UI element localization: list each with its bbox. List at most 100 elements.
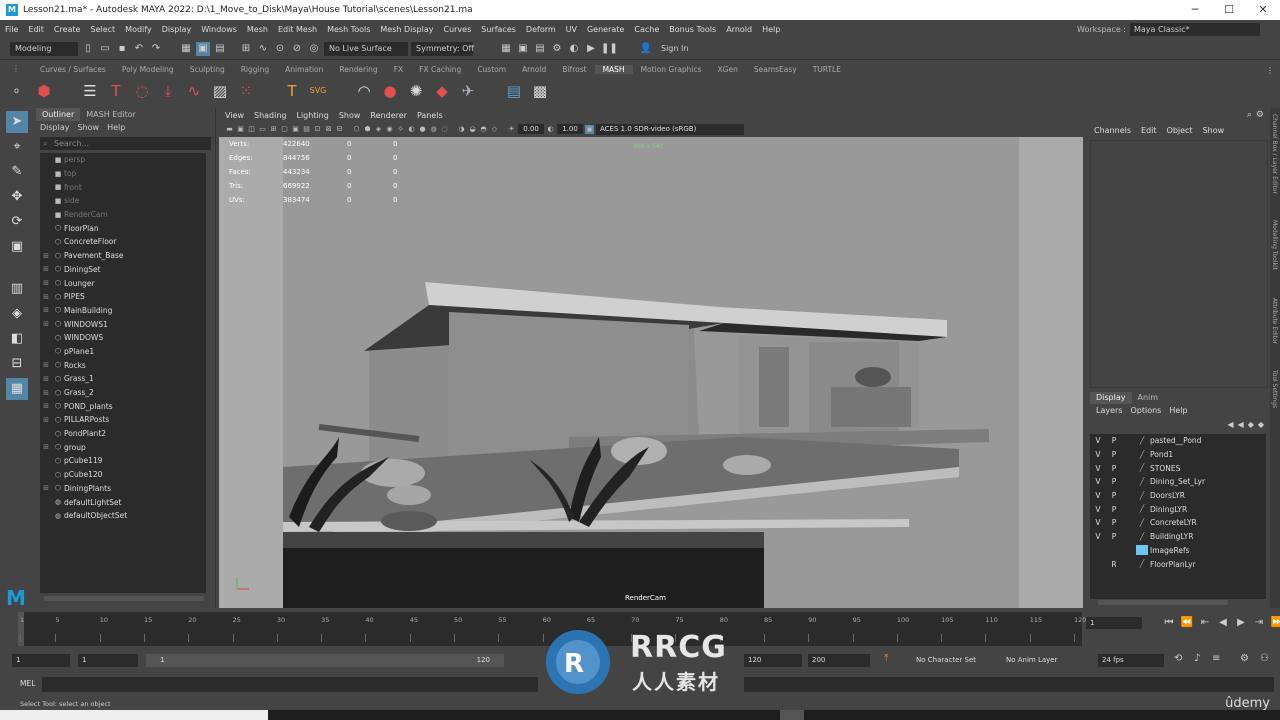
shelf-tab-poly-modeling[interactable]: Poly Modeling [114, 65, 182, 74]
outliner-item[interactable]: ⬡ pPlane1 [40, 345, 206, 359]
menu-curves[interactable]: Curves [438, 25, 476, 34]
shelf-tab-xgen[interactable]: XGen [710, 65, 746, 74]
mash-cache-icon[interactable]: ▨ [210, 81, 230, 101]
shelf-tab-turtle[interactable]: TURTLE [805, 65, 849, 74]
menu-edit[interactable]: Edit [23, 25, 49, 34]
expand-icon[interactable]: ⊞ [40, 402, 52, 410]
layer-playback-toggle[interactable]: P [1106, 436, 1122, 445]
layer-playback-toggle[interactable]: P [1106, 518, 1122, 527]
menu-arnold[interactable]: Arnold [721, 25, 757, 34]
layer-scrollbar[interactable] [1098, 600, 1228, 605]
viewport-menu-lighting[interactable]: Lighting [296, 110, 328, 122]
menu-set-dropdown[interactable]: Modeling [10, 41, 78, 56]
channel-box-menu-object[interactable]: Object [1167, 124, 1193, 138]
menu-create[interactable]: Create [49, 25, 86, 34]
step-back-frame-icon[interactable]: ⇤ [1198, 616, 1212, 630]
mash-spring-icon[interactable]: ✺ [406, 81, 426, 101]
outliner-item[interactable]: ⊞ ⬡ POND_plants [40, 399, 206, 413]
current-frame-field[interactable]: 1 [1086, 617, 1142, 629]
field-chart-icon[interactable]: ⊡ [313, 125, 322, 134]
mel-input[interactable] [42, 677, 538, 692]
expand-icon[interactable]: ⊞ [40, 252, 52, 260]
layer-visibility-toggle[interactable]: V [1090, 505, 1106, 514]
menu-modify[interactable]: Modify [120, 25, 157, 34]
expand-icon[interactable]: ⊞ [40, 484, 52, 492]
save-scene-icon[interactable]: ▪ [115, 42, 129, 56]
shelf-tab-arnold[interactable]: Arnold [514, 65, 554, 74]
single-view-icon[interactable]: ◈ [6, 303, 28, 325]
isolate-icon[interactable]: ◑ [457, 125, 466, 134]
mash-list-icon[interactable]: ☰ [80, 81, 100, 101]
outliner-item[interactable]: ■ side [40, 194, 206, 208]
channel-box-search-icon[interactable]: ⌕ [1247, 110, 1252, 120]
aa-icon[interactable]: ◍ [429, 125, 438, 134]
layer-color-slash-icon[interactable]: ╱ [1136, 518, 1148, 528]
mash-network-icon[interactable]: ⬢ [34, 81, 54, 101]
outliner-item[interactable]: ⊞ ⬡ Grass_1 [40, 372, 206, 386]
ao-icon[interactable]: ● [418, 125, 427, 134]
layer-row[interactable]: V P ╱ DoorsLYR [1090, 489, 1266, 503]
two-view-icon[interactable]: ◧ [6, 328, 28, 350]
checker-icon[interactable]: ▩ [530, 81, 550, 101]
render-frame-icon[interactable]: ▣ [516, 42, 530, 56]
outliner-item[interactable]: ⬡ pCube119 [40, 454, 206, 468]
snap-surface-icon[interactable]: ◎ [307, 42, 321, 56]
outliner-item[interactable]: ⊞ ⬡ DiningSet [40, 263, 206, 277]
playback-speed-icon[interactable]: ≡ [1212, 653, 1220, 664]
wireframe-icon[interactable]: ⬡ [352, 125, 361, 134]
color-mgmt-icon[interactable]: ▣ [585, 124, 594, 134]
shelf-tab-curves-surfaces[interactable]: Curves / Surfaces [32, 65, 114, 74]
grid-icon[interactable]: ⊞ [269, 125, 278, 134]
play-backwards-icon[interactable]: ◀ [1216, 616, 1230, 630]
four-view-icon[interactable]: ⊟ [6, 353, 28, 375]
safe-action-icon[interactable]: ⊠ [324, 125, 333, 134]
new-layer-selected-icon[interactable]: ◆ [1258, 420, 1264, 429]
outliner-item[interactable]: ◍ defaultLightSet [40, 495, 206, 509]
outliner-item[interactable]: ⊞ ⬡ group [40, 440, 206, 454]
shelf-tab-rendering[interactable]: Rendering [331, 65, 385, 74]
viewport-menu-view[interactable]: View [225, 110, 244, 122]
xray-icon[interactable]: ◒ [468, 125, 477, 134]
mash-repro-icon[interactable]: ◠ [354, 81, 374, 101]
user-icon[interactable]: 👤 [639, 42, 653, 56]
gamma-icon[interactable]: ◐ [546, 125, 555, 134]
expand-icon[interactable]: ⊞ [40, 361, 52, 369]
menu-windows[interactable]: Windows [196, 25, 242, 34]
layer-row[interactable]: V P ╱ ConcreteLYR [1090, 516, 1266, 530]
outliner-item[interactable]: ⊞ ⬡ Pavement_Base [40, 249, 206, 263]
outliner-item[interactable]: ⬡ PondPlant2 [40, 427, 206, 441]
menu-cache[interactable]: Cache [629, 25, 664, 34]
shadows-icon[interactable]: ◐ [407, 125, 416, 134]
anim-prefs-icon[interactable]: ⚙ [1240, 653, 1249, 664]
tab-mash-editor[interactable]: MASH Editor [80, 108, 142, 121]
menu-file[interactable]: File [0, 25, 23, 34]
step-forward-key-icon[interactable]: ⏩ [1270, 616, 1280, 630]
side-tab-channel-box[interactable]: Channel Box / Layer Editor [1271, 114, 1278, 194]
blue-script-icon[interactable]: ▤ [504, 81, 524, 101]
outliner-item[interactable]: ■ front [40, 180, 206, 194]
layer-visibility-toggle[interactable]: V [1090, 518, 1106, 527]
layer-row[interactable]: V P ╱ Pond1 [1090, 448, 1266, 462]
channel-box-menu-channels[interactable]: Channels [1094, 124, 1131, 138]
type-tool-icon[interactable]: T [282, 81, 302, 101]
pause-icon[interactable]: ❚❚ [601, 42, 618, 56]
outliner-item[interactable]: ⊞ ⬡ Lounger [40, 276, 206, 290]
live-surface-field[interactable]: No Live Surface [324, 41, 408, 56]
layer-color-slash-icon[interactable]: ╱ [1136, 559, 1148, 569]
outliner-search-input[interactable]: ⌕ Search... [40, 137, 211, 150]
film-gate-icon[interactable]: ▢ [280, 125, 289, 134]
graph-layout-icon[interactable]: ▥ [6, 278, 28, 300]
hypershade-icon[interactable]: ◐ [567, 42, 581, 56]
auto-key-icon[interactable]: ⤒ [884, 653, 888, 664]
mash-points-icon[interactable]: ⁙ [236, 81, 256, 101]
layer-playback-toggle[interactable]: P [1106, 505, 1122, 514]
render-settings-icon[interactable]: ⚙ [550, 42, 564, 56]
loop-icon[interactable]: ⟲ [1174, 653, 1182, 664]
menu-mesh-display[interactable]: Mesh Display [375, 25, 438, 34]
color-space-dropdown[interactable]: ACES 1.0 SDR-video (sRGB) [596, 123, 744, 135]
play-forwards-icon[interactable]: ▶ [1234, 616, 1248, 630]
shelf-tab-custom[interactable]: Custom [469, 65, 514, 74]
tab-outliner[interactable]: Outliner [36, 108, 81, 121]
layer-visibility-toggle[interactable]: V [1090, 436, 1106, 445]
expand-icon[interactable]: ⊞ [40, 416, 52, 424]
